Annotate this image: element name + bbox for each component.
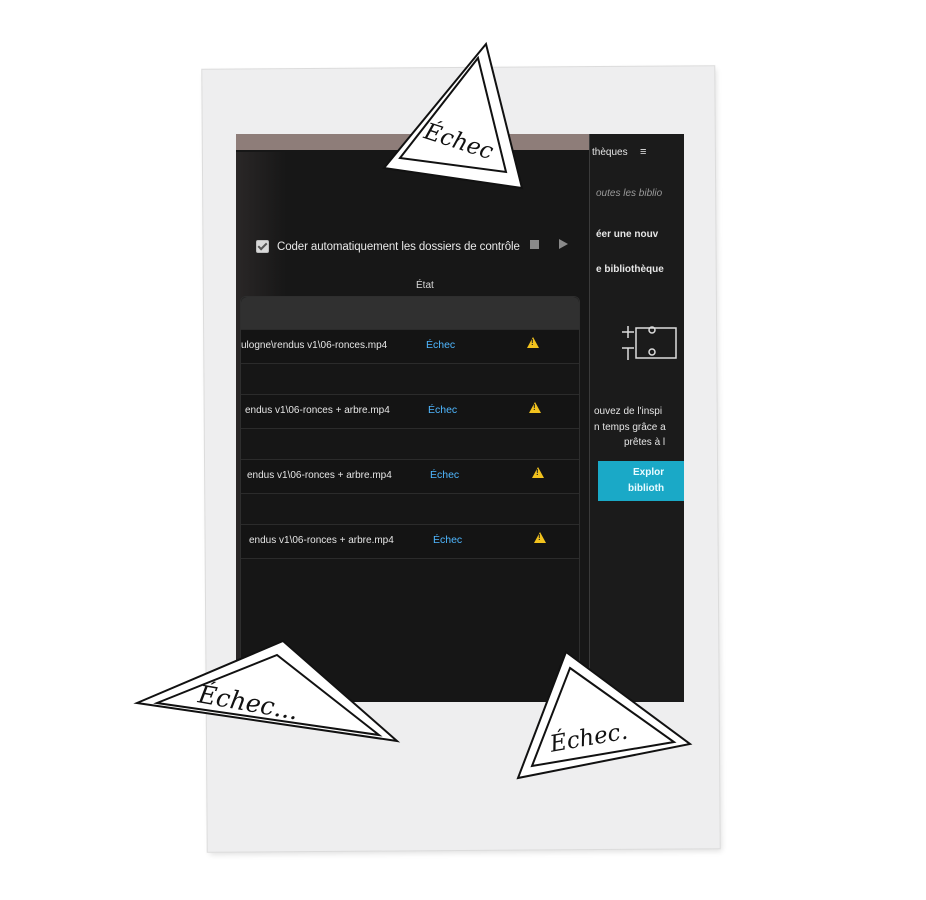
- library-illustration-icon: [622, 326, 677, 360]
- stop-icon[interactable]: [530, 240, 539, 249]
- row-file-path: ulogne\rendus v1\06-ronces.mp4: [241, 340, 388, 351]
- table-row[interactable]: endus v1\06-ronces + arbre.mp4 Échec: [241, 459, 579, 494]
- warning-icon: [527, 337, 539, 348]
- sticker-bottom-left: Échec...: [133, 635, 401, 745]
- sticker-top: Échec: [378, 40, 528, 190]
- play-icon[interactable]: [559, 239, 568, 249]
- libraries-tab-label[interactable]: thèques: [592, 147, 628, 158]
- library-heading: e bibliothèque: [596, 264, 664, 275]
- render-queue-panel: Coder automatiquement les dossiers de co…: [236, 134, 588, 702]
- hamburger-icon[interactable]: ≡: [640, 146, 646, 158]
- row-status[interactable]: Échec: [433, 534, 462, 546]
- library-filter[interactable]: outes les biblio: [596, 188, 662, 199]
- autocode-label: Coder automatiquement les dossiers de co…: [277, 240, 520, 253]
- warning-icon: [529, 402, 541, 413]
- library-description: ouvez de l'inspi: [594, 406, 663, 417]
- row-file-path: endus v1\06-ronces + arbre.mp4: [247, 470, 392, 481]
- button-label-line2: biblioth: [628, 483, 665, 494]
- screen-photo: Coder automatiquement les dossiers de co…: [236, 134, 684, 702]
- sticker-bottom-right: Échec.: [514, 648, 694, 783]
- table-row[interactable]: endus v1\06-ronces + arbre.mp4 Échec: [241, 394, 579, 429]
- warning-icon: [534, 532, 546, 543]
- warning-icon: [532, 467, 544, 478]
- autocode-checkbox[interactable]: [256, 240, 269, 253]
- table-row[interactable]: ulogne\rendus v1\06-ronces.mp4 Échec: [241, 329, 579, 364]
- row-status[interactable]: Échec: [428, 404, 457, 416]
- row-file-path: endus v1\06-ronces + arbre.mp4: [249, 535, 394, 546]
- table-header: [241, 297, 579, 329]
- libraries-panel: thèques ≡ outes les biblio éer une nouv …: [589, 134, 684, 702]
- create-library-link[interactable]: éer une nouv: [596, 229, 658, 240]
- library-description: prêtes à l: [624, 437, 666, 448]
- row-status[interactable]: Échec: [430, 469, 459, 481]
- library-description: n temps grâce a: [594, 422, 666, 433]
- row-file-path: endus v1\06-ronces + arbre.mp4: [245, 405, 390, 416]
- table-row[interactable]: endus v1\06-ronces + arbre.mp4 Échec: [241, 524, 579, 559]
- autocode-option[interactable]: Coder automatiquement les dossiers de co…: [256, 240, 520, 253]
- row-status[interactable]: Échec: [426, 339, 455, 351]
- explore-libraries-button[interactable]: Explor biblioth: [598, 461, 684, 501]
- column-header-status: État: [416, 280, 434, 291]
- button-label-line1: Explor: [633, 467, 665, 478]
